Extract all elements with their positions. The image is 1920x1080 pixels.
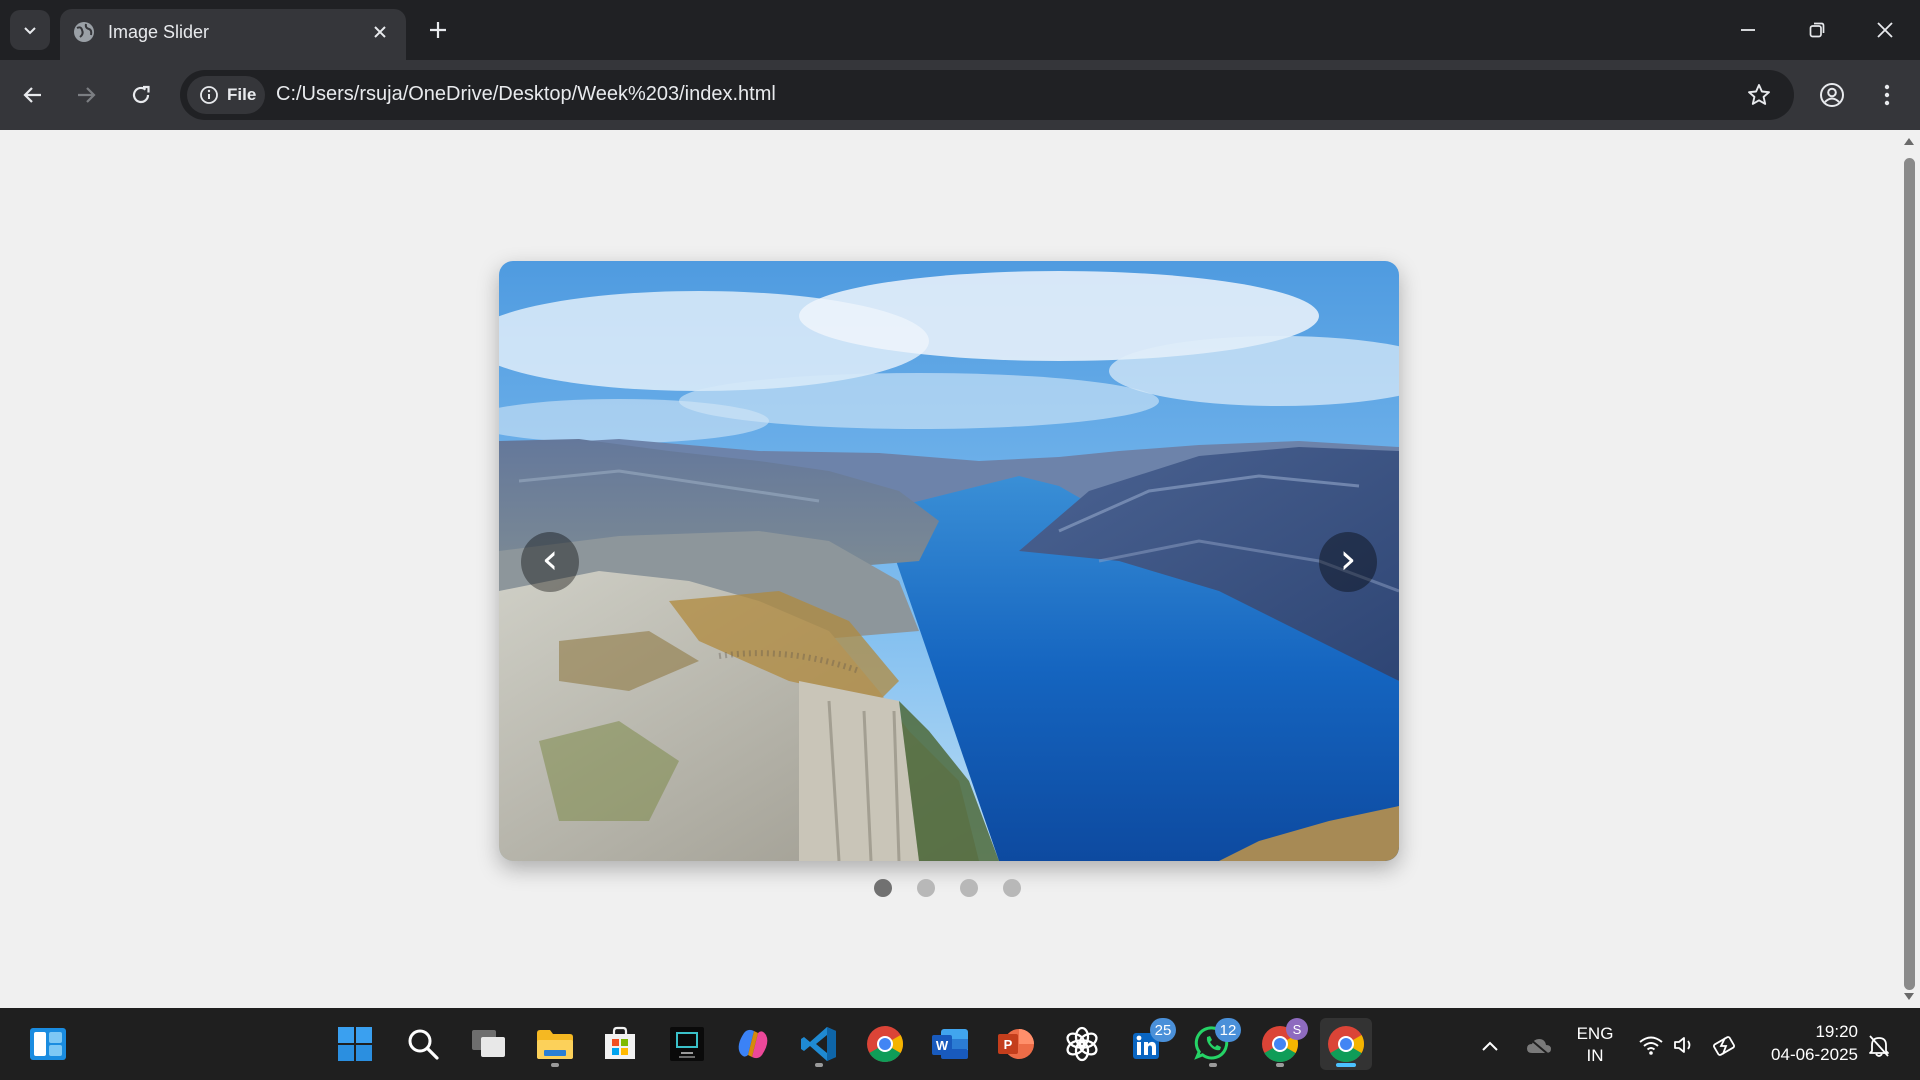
- search-button[interactable]: [397, 1018, 449, 1070]
- previous-slide-button[interactable]: ‹: [521, 532, 579, 592]
- linkedin-badge: 25: [1150, 1018, 1176, 1042]
- minimize-button[interactable]: [1734, 16, 1762, 44]
- fjord-landscape-image: [499, 261, 1399, 861]
- slide-dot-1[interactable]: [874, 879, 892, 897]
- running-indicator: [1276, 1063, 1284, 1067]
- running-indicator: [551, 1063, 559, 1067]
- chevron-down-icon: [24, 27, 36, 35]
- site-info-label: File: [227, 85, 257, 104]
- chrome-icon: [867, 1026, 903, 1062]
- microsoft-store-button[interactable]: [594, 1018, 646, 1070]
- copilot-icon: [738, 1029, 768, 1059]
- screen-recorder-icon: [670, 1027, 704, 1061]
- chrome-profile-badge: S: [1286, 1018, 1308, 1040]
- svg-text:W: W: [936, 1038, 949, 1053]
- folder-icon: [537, 1030, 573, 1059]
- more-vertical-icon: [1884, 84, 1890, 106]
- reload-button[interactable]: [126, 80, 156, 110]
- info-icon: [200, 86, 218, 104]
- scroll-up-icon[interactable]: [1903, 136, 1915, 146]
- volume-icon[interactable]: [1673, 1035, 1697, 1055]
- widgets-icon: [30, 1028, 66, 1060]
- reload-icon: [132, 85, 150, 104]
- whatsapp-badge: 12: [1215, 1018, 1241, 1042]
- slide-dot-4[interactable]: [1003, 879, 1021, 897]
- running-indicator: [815, 1063, 823, 1067]
- running-indicator: [1209, 1063, 1217, 1067]
- browser-toolbar: File C:/Users/rsuja/OneDrive/Desktop/Wee…: [0, 60, 1920, 130]
- windows-logo-icon: [338, 1027, 372, 1061]
- restore-icon: [1809, 22, 1825, 38]
- language-indicator-line2[interactable]: IN: [1576, 1046, 1614, 1066]
- chrome-button[interactable]: [859, 1018, 911, 1070]
- vertical-scrollbar[interactable]: [1898, 130, 1920, 1008]
- tab-title: Image Slider: [108, 22, 210, 42]
- arrow-right-icon: [78, 87, 96, 103]
- chrome-active-button[interactable]: [1320, 1018, 1372, 1070]
- chrome-icon: [1328, 1026, 1364, 1062]
- globe-icon: [74, 22, 94, 42]
- word-icon: W: [932, 1029, 968, 1059]
- task-view-button[interactable]: [463, 1018, 515, 1070]
- windows-taskbar: W P 25 12 S ENG IN 19:20 04-06-2025: [0, 1008, 1920, 1080]
- tab-search-button[interactable]: [10, 10, 50, 50]
- word-button[interactable]: W: [924, 1018, 976, 1070]
- scrollbar-thumb[interactable]: [1904, 158, 1915, 990]
- back-button[interactable]: [18, 80, 48, 110]
- whatsapp-button[interactable]: 12: [1187, 1018, 1241, 1070]
- close-window-button[interactable]: [1871, 16, 1899, 44]
- image-slider: ‹ ›: [499, 261, 1399, 861]
- widgets-button[interactable]: [22, 1018, 74, 1070]
- wifi-icon[interactable]: [1638, 1035, 1664, 1055]
- powerpoint-icon: P: [998, 1029, 1034, 1059]
- arrow-left-icon: [23, 87, 41, 103]
- slider-dots: [874, 879, 1021, 897]
- powerpoint-button[interactable]: P: [990, 1018, 1042, 1070]
- battery-charging-icon[interactable]: [1713, 1034, 1739, 1056]
- store-icon: [605, 1026, 635, 1059]
- copilot-button[interactable]: [727, 1018, 779, 1070]
- chrome-profile-button[interactable]: S: [1254, 1018, 1308, 1070]
- start-button[interactable]: [329, 1018, 381, 1070]
- bookmark-star-icon[interactable]: [1746, 82, 1772, 108]
- menu-button[interactable]: [1872, 80, 1902, 110]
- onedrive-icon[interactable]: [1526, 1036, 1552, 1056]
- chevron-up-icon[interactable]: [1481, 1040, 1499, 1052]
- close-tab-icon[interactable]: [370, 22, 390, 42]
- vscode-icon: [801, 1027, 836, 1061]
- minimize-icon: [1741, 29, 1755, 31]
- forward-button[interactable]: [71, 80, 101, 110]
- notification-bell-icon[interactable]: [1868, 1034, 1890, 1058]
- clock-date[interactable]: 04-06-2025: [1760, 1045, 1858, 1065]
- linkedin-button[interactable]: 25: [1122, 1018, 1176, 1070]
- profile-icon: [1820, 83, 1844, 107]
- task-view-icon: [472, 1030, 505, 1057]
- new-tab-icon[interactable]: [426, 18, 450, 42]
- profile-button[interactable]: [1817, 80, 1847, 110]
- url-text[interactable]: C:/Users/rsuja/OneDrive/Desktop/Week%203…: [276, 83, 776, 106]
- chatgpt-button[interactable]: [1056, 1018, 1108, 1070]
- close-icon: [1877, 22, 1893, 38]
- language-indicator-line1[interactable]: ENG: [1576, 1024, 1614, 1044]
- address-bar[interactable]: File C:/Users/rsuja/OneDrive/Desktop/Wee…: [180, 70, 1794, 120]
- svg-text:P: P: [1004, 1037, 1013, 1052]
- next-slide-button[interactable]: ›: [1319, 532, 1377, 592]
- page-viewport: ‹ ›: [0, 130, 1898, 1008]
- clock-time[interactable]: 19:20: [1760, 1022, 1858, 1042]
- scroll-down-icon[interactable]: [1903, 992, 1915, 1002]
- screen-recorder-button[interactable]: [661, 1018, 713, 1070]
- running-indicator: [1336, 1063, 1356, 1067]
- search-icon: [408, 1029, 439, 1060]
- restore-button[interactable]: [1803, 16, 1831, 44]
- file-explorer-button[interactable]: [529, 1018, 581, 1070]
- slide-dot-2[interactable]: [917, 879, 935, 897]
- chatgpt-icon: [1066, 1026, 1098, 1062]
- browser-tab[interactable]: Image Slider: [60, 9, 406, 60]
- slide-dot-3[interactable]: [960, 879, 978, 897]
- site-info-chip[interactable]: File: [187, 76, 265, 114]
- browser-titlebar: Image Slider: [0, 0, 1920, 60]
- vscode-button[interactable]: [793, 1018, 845, 1070]
